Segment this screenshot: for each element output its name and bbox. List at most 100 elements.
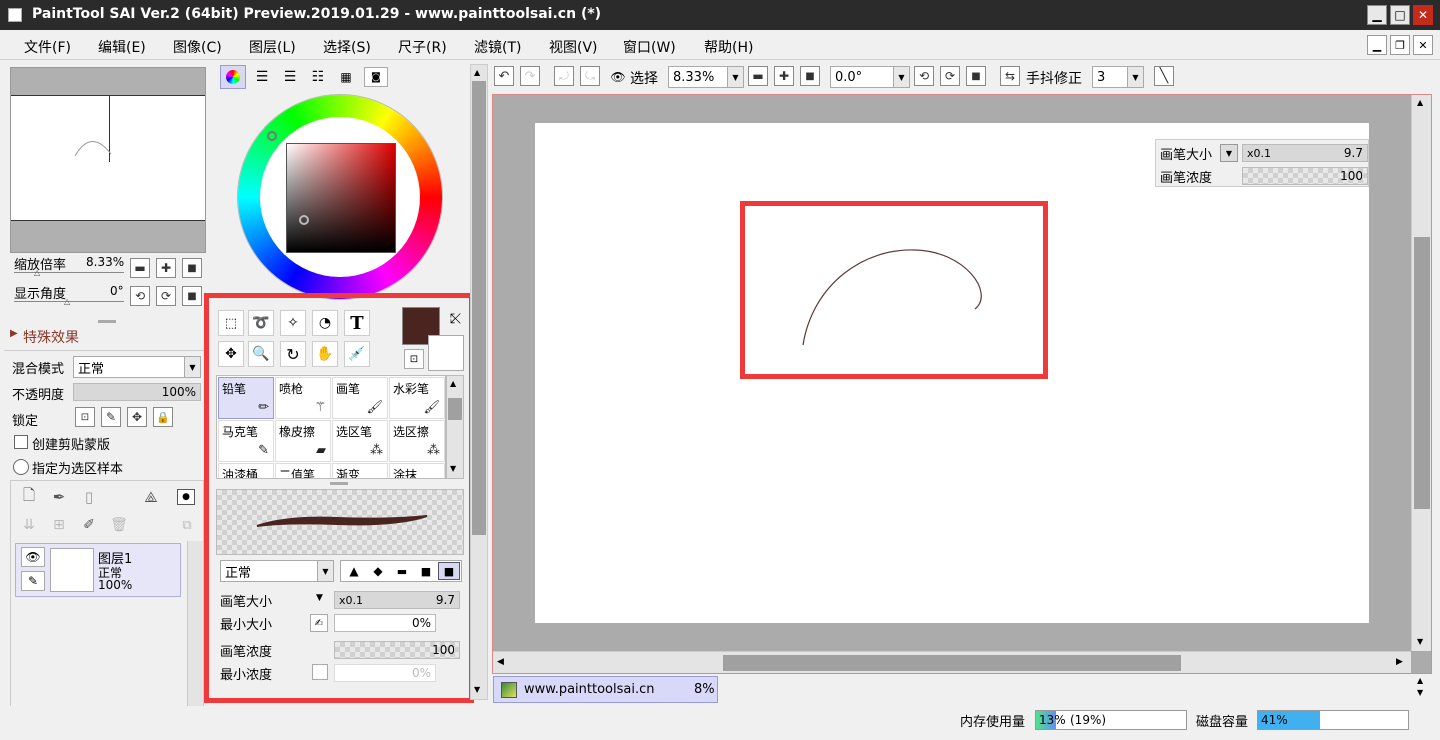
redo-icon[interactable]: ↷	[520, 66, 540, 86]
brush-airbrush[interactable]: 喷枪 ⚚	[275, 377, 331, 419]
brush-binary[interactable]: 二值笔	[275, 463, 331, 478]
menu-ruler[interactable]: 尺子(R)	[398, 37, 447, 57]
menu-window[interactable]: 窗口(W)	[623, 37, 676, 57]
flip-horizontal-icon[interactable]: ⇆	[1000, 66, 1020, 86]
tip-round-icon[interactable]: ◆	[367, 562, 389, 580]
effects-expand-icon[interactable]: ▶	[10, 328, 18, 339]
sv-handle[interactable]	[299, 215, 309, 225]
brush-eraser[interactable]: 橡皮擦 ▰	[275, 420, 331, 462]
tip-flat-icon[interactable]: ▬	[391, 562, 413, 580]
pressure-size-icon[interactable]: ✍	[310, 614, 328, 632]
opacity-slider[interactable]: 100%	[73, 383, 201, 401]
zoom-in-button[interactable]: ✚	[156, 258, 176, 278]
brush-marker[interactable]: 马克笔 ✎	[218, 420, 274, 462]
invert-select-icon[interactable]: ⤿	[580, 66, 600, 86]
density-slider[interactable]: 100	[334, 641, 460, 659]
brush-size-slider[interactable]: x0.1 9.7	[334, 591, 460, 609]
float-density-slider[interactable]: 100	[1242, 167, 1368, 185]
tool-panel-scrollbar[interactable]: ▲ ▼	[470, 64, 488, 700]
document-tab[interactable]: www.painttoolsai.cn 8%	[493, 676, 718, 703]
close-button[interactable]: ✕	[1413, 5, 1433, 25]
blend-mode-select[interactable]: 正常 ▼	[73, 356, 201, 378]
canvas-angle-select[interactable]: 0.0° ▼	[830, 66, 910, 88]
canvas-zoom-out-button[interactable]: ▬	[748, 66, 768, 86]
selection-sample-radio[interactable]	[13, 459, 29, 475]
scratchpad-tab-icon[interactable]: ▦	[334, 65, 358, 89]
pressure-density-checkbox[interactable]	[312, 664, 328, 680]
canvas-hscrollbar[interactable]: ◀ ▶	[493, 651, 1411, 673]
zoom-slider-handle[interactable]: △	[34, 268, 40, 277]
canvas-rotate-left-button[interactable]: ⟲	[914, 66, 934, 86]
magic-wand-icon[interactable]: ✧	[280, 310, 306, 336]
text-tool-icon[interactable]: T	[344, 310, 370, 336]
canvas-paper[interactable]	[535, 123, 1369, 623]
hsv-slider-tab-icon[interactable]: ☰	[278, 65, 302, 89]
lasso-icon[interactable]: ➰	[248, 310, 274, 336]
doc-close-button[interactable]: ✕	[1413, 35, 1433, 55]
menu-layer[interactable]: 图层(L)	[249, 37, 296, 57]
canvas-zoom-in-button[interactable]: ✚	[774, 66, 794, 86]
rgb-slider-tab-icon[interactable]: ☰	[250, 65, 274, 89]
new-layer-icon[interactable]: 🗋	[19, 486, 39, 507]
menu-file[interactable]: 文件(F)	[24, 37, 71, 57]
color-picker-tab-icon[interactable]: ◙	[364, 67, 388, 87]
brush-select-eraser[interactable]: 选区擦 ⁂	[389, 420, 445, 462]
min-density-slider[interactable]: 0%	[334, 664, 436, 682]
zoom-out-button[interactable]: ▬	[130, 258, 150, 278]
layer-copy-icon[interactable]: ⧉	[177, 515, 197, 535]
minimize-button[interactable]: ▁	[1367, 5, 1387, 25]
tip-square-icon[interactable]: ■	[415, 562, 437, 580]
hue-handle[interactable]	[267, 131, 277, 141]
doc-minimize-button[interactable]: ▁	[1367, 35, 1387, 55]
brush-pencil[interactable]: 铅笔 ✏	[218, 377, 274, 419]
lock-transparency-icon[interactable]: ⊡	[75, 407, 95, 427]
stabilizer-select[interactable]: 3 ▼	[1092, 66, 1144, 88]
menu-image[interactable]: 图像(C)	[173, 37, 222, 57]
brush-grid-scrollbar[interactable]: ▲ ▼	[446, 375, 464, 479]
menu-filter[interactable]: 滤镜(T)	[474, 37, 521, 57]
new-folder-icon[interactable]: ▯	[79, 487, 99, 507]
add-layer-icon[interactable]: ⊞	[49, 515, 69, 535]
min-size-slider[interactable]: 0%	[334, 614, 436, 632]
angle-slider-handle[interactable]: △	[64, 297, 70, 306]
lock-all-icon[interactable]: 🔒	[153, 407, 173, 427]
straight-line-icon[interactable]: ╲	[1154, 66, 1174, 86]
eyedropper-icon[interactable]: 💉	[344, 341, 370, 367]
zoom-reset-button[interactable]: ■	[182, 258, 202, 278]
menu-select[interactable]: 选择(S)	[323, 37, 371, 57]
rect-select-icon[interactable]: ⬚	[218, 310, 244, 336]
zoom-slider[interactable]	[14, 272, 124, 273]
tab-scroll-arrows[interactable]: ▲ ▼	[1412, 674, 1432, 702]
canvas-zoom-reset-button[interactable]: ■	[800, 66, 820, 86]
hand-icon[interactable]: ✋	[312, 341, 338, 367]
canvas-rotate-reset-button[interactable]: ■	[966, 66, 986, 86]
shape-icon[interactable]: ◔	[312, 310, 338, 336]
brush-mode-select[interactable]: 正常 ▼	[220, 560, 334, 582]
rotate-right-button[interactable]: ⟳	[156, 286, 176, 306]
canvas-vscrollbar[interactable]: ▲ ▼	[1411, 95, 1431, 651]
menu-edit[interactable]: 编辑(E)	[98, 37, 146, 57]
canvas-rotate-right-button[interactable]: ⟳	[940, 66, 960, 86]
new-vector-layer-icon[interactable]: ✒	[49, 487, 69, 507]
tip-sharp-icon[interactable]: ▲	[343, 562, 365, 580]
rotate-tool-icon[interactable]: ↻	[280, 341, 306, 367]
tip-block-icon[interactable]: ■	[438, 562, 460, 580]
brush-splitter[interactable]	[330, 482, 348, 485]
brush-watercolor[interactable]: 水彩笔 🖌	[389, 377, 445, 419]
brush-select-pen[interactable]: 选区笔 ⁂	[332, 420, 388, 462]
swap-colors-icon[interactable]: ⤪	[450, 311, 461, 327]
brush-brush[interactable]: 画笔 🖌	[332, 377, 388, 419]
panel-splitter[interactable]	[98, 320, 116, 323]
sv-square[interactable]	[286, 143, 396, 253]
move-icon[interactable]: ✥	[218, 341, 244, 367]
brush-blur[interactable]: 涂抹	[389, 463, 445, 478]
canvas-zoom-select[interactable]: 8.33% ▼	[668, 66, 744, 88]
pencil-icon[interactable]: ✎	[21, 571, 45, 591]
navigator-preview[interactable]	[10, 67, 206, 253]
layer-transform-icon[interactable]: ⟁	[139, 487, 163, 507]
rotate-reset-button[interactable]: ■	[182, 286, 202, 306]
lock-paint-icon[interactable]: ✎	[101, 407, 121, 427]
clip-mask-checkbox[interactable]	[14, 435, 28, 449]
deselect-icon[interactable]: ⤾	[554, 66, 574, 86]
float-size-slider[interactable]: x0.1 9.7	[1242, 144, 1368, 162]
